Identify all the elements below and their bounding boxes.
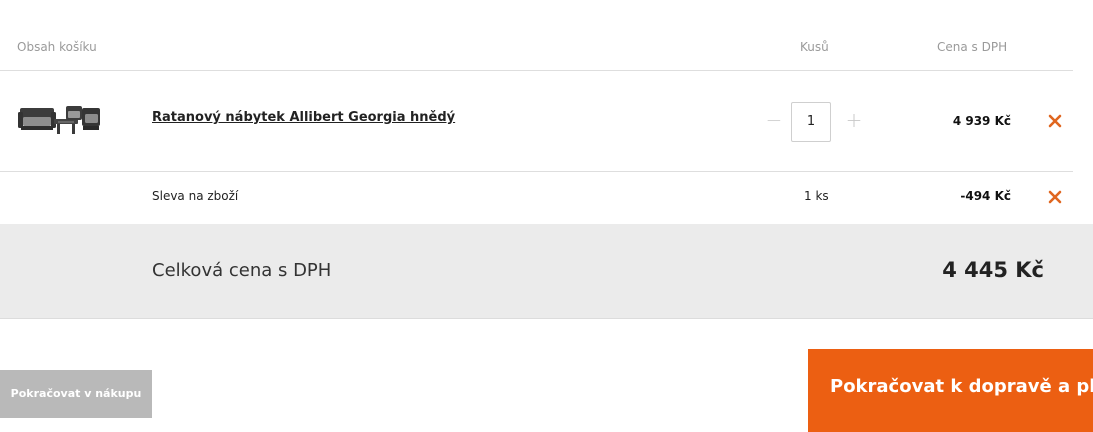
quantity-increase-button[interactable]: + [842, 106, 866, 134]
remove-discount-icon[interactable] [1046, 188, 1064, 206]
item-price: 4 939 Kč [952, 114, 1011, 128]
discount-label: Sleva na zboží [152, 189, 239, 203]
column-header-price: Cena s DPH [937, 40, 1008, 54]
continue-shopping-button[interactable]: Pokračovat v nákupu [0, 370, 152, 418]
column-header-content: Obsah košíku [17, 40, 97, 54]
column-header-quantity: Kusů [800, 40, 829, 54]
total-price: 4 445 Kč [942, 258, 1044, 282]
checkout-button-label: Pokračovat k dopravě a platbě [830, 376, 1093, 397]
quantity-decrease-button[interactable]: − [762, 106, 786, 134]
discount-price: -494 Kč [960, 189, 1011, 203]
total-label: Celková cena s DPH [152, 260, 332, 281]
rattan-furniture-set-thumbnail[interactable] [18, 102, 102, 138]
checkout-button[interactable]: Pokračovat k dopravě a platbě [808, 349, 1093, 432]
product-name-link[interactable]: Ratanový nábytek Allibert Georgia hnědý [152, 110, 455, 125]
discount-quantity: 1 ks [804, 189, 829, 203]
item-divider [0, 171, 1073, 172]
remove-item-icon[interactable] [1046, 112, 1064, 130]
header-divider [0, 70, 1073, 71]
quantity-input[interactable]: 1 [791, 102, 831, 142]
